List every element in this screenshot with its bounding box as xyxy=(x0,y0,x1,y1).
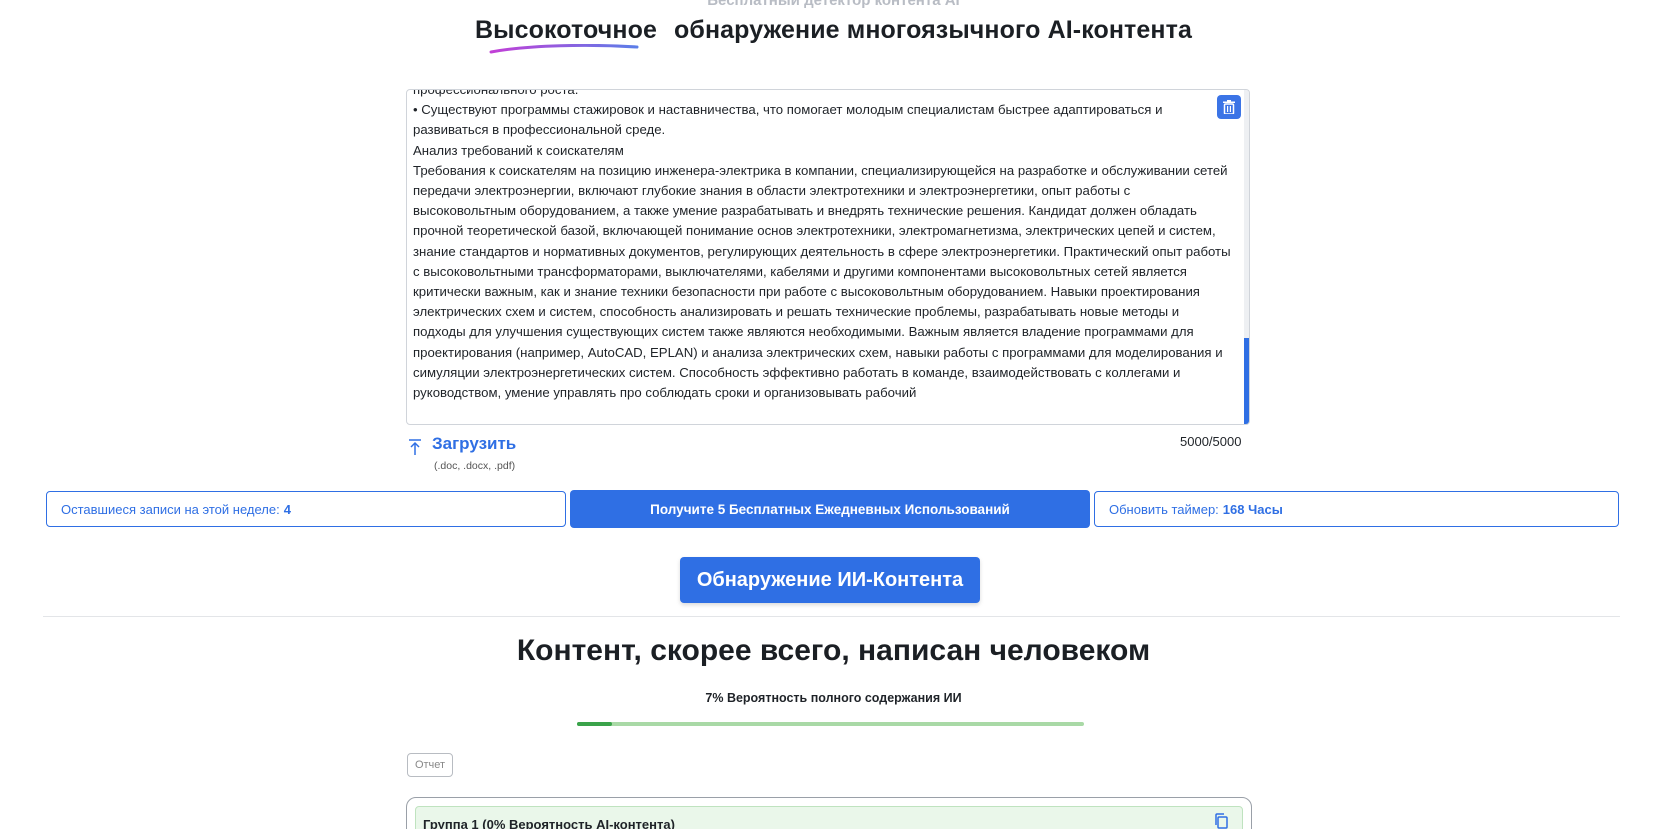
text-input-area[interactable]: профессионального роста. • Существуют пр… xyxy=(406,89,1250,425)
editor-line: профессионального роста. xyxy=(413,89,579,97)
headline-highlight-text: Высокоточное xyxy=(475,16,657,44)
editor-content[interactable]: профессионального роста. • Существуют пр… xyxy=(413,89,1231,403)
upload-control[interactable]: Загрузить (.doc, .docx, .pdf) xyxy=(406,434,516,472)
detect-ai-content-button[interactable]: Обнаружение ИИ-Контента xyxy=(680,557,980,603)
upload-icon xyxy=(409,439,421,455)
group-card-body: Группа 1 (0% Вероятность AI-контента) xyxy=(415,806,1243,829)
refresh-timer-value: 168 Часы xyxy=(1222,501,1283,517)
editor-line: • Существуют программы стажировок и наст… xyxy=(413,102,1163,138)
remaining-entries-value: 4 xyxy=(283,501,291,517)
result-title: Контент, скорее всего, написан человеком xyxy=(516,634,1151,667)
trash-icon xyxy=(1223,100,1235,114)
ai-probability-text: 7% Вероятность полного содержания ИИ xyxy=(705,691,962,705)
headline-highlight: Высокоточное xyxy=(475,16,657,54)
copy-icon[interactable] xyxy=(1214,813,1228,829)
section-divider xyxy=(43,616,1620,617)
get-free-daily-uses-button[interactable]: Получите 5 Бесплатных Ежедневных Использ… xyxy=(570,490,1090,528)
upload-button[interactable]: Загрузить xyxy=(432,434,516,454)
group-title: Группа 1 (0% Вероятность AI-контента) xyxy=(423,817,675,829)
headline-rest: обнаружение многоязычного AI-контента xyxy=(674,16,1192,44)
page-eyebrow: Бесплатный детектор контента AI xyxy=(707,0,960,9)
underline-swash-icon xyxy=(489,44,639,54)
remaining-entries-box: Оставшиеся записи на этой неделе: 4 xyxy=(46,491,566,527)
upload-formats-hint: (.doc, .docx, .pdf) xyxy=(434,460,516,472)
ai-probability-bar xyxy=(577,722,1084,726)
refresh-timer-label: Обновить таймер: xyxy=(1109,501,1219,517)
remaining-entries-label: Оставшиеся записи на этой неделе: xyxy=(61,501,280,517)
refresh-timer-box: Обновить таймер: 168 Часы xyxy=(1094,491,1619,527)
editor-line: Требования к соискателям на позицию инже… xyxy=(413,162,1231,401)
page-title: Высокоточное обнаружение многоязычного A… xyxy=(0,16,1667,54)
group-card: Группа 1 (0% Вероятность AI-контента) xyxy=(406,797,1252,829)
editor-scrollbar-thumb[interactable] xyxy=(1244,338,1249,424)
clear-text-button[interactable] xyxy=(1217,95,1241,119)
report-button[interactable]: Отчет xyxy=(407,753,453,777)
character-counter: 5000/5000 xyxy=(1180,434,1242,449)
editor-line: Анализ требований к соискателям xyxy=(413,142,624,158)
ai-probability-bar-fill xyxy=(577,722,613,726)
editor-scrollbar[interactable] xyxy=(1244,90,1249,424)
